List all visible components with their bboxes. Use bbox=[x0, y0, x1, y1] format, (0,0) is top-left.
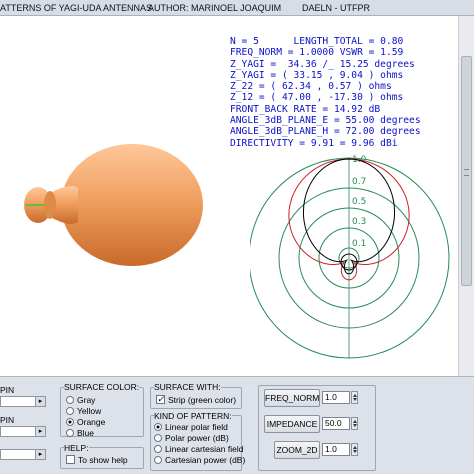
window-department: DAELN - UTFPR bbox=[302, 3, 371, 13]
result-line: FREQ_NORM = 1.0000 VSWR = 1.59 bbox=[230, 47, 404, 59]
spin-slider-2[interactable]: ▸ bbox=[0, 426, 46, 437]
strip-checkbox[interactable]: Strip (green color) bbox=[156, 394, 236, 405]
zoom-2d-button[interactable]: ZOOM_2D bbox=[274, 441, 320, 459]
polar-ring-label: 0.3 bbox=[352, 217, 366, 227]
radio-icon bbox=[66, 396, 74, 404]
radio-blue[interactable]: Blue bbox=[66, 428, 94, 438]
window-title: ATTERNS OF YAGI-UDA ANTENNAS bbox=[0, 3, 153, 13]
results-panel: N = 5 LENGTH_TOTAL = 0.80 FREQ_NORM = 1.0… bbox=[230, 36, 458, 149]
spin-slider-3[interactable]: ▸ bbox=[0, 449, 46, 460]
back-lobe-rim bbox=[44, 191, 56, 219]
radio-icon bbox=[66, 407, 74, 415]
radio-icon bbox=[66, 418, 74, 426]
surface-color-title: SURFACE COLOR: bbox=[64, 382, 140, 392]
window-author: AUTHOR: MARINOEL JOAQUIM bbox=[148, 3, 282, 13]
radio-cartesian-power-db[interactable]: Cartesian power (dB) bbox=[154, 455, 245, 465]
radiation-pattern-3d bbox=[24, 144, 203, 266]
slider-right-arrow-icon[interactable]: ▸ bbox=[35, 450, 45, 459]
result-line: N = 5 LENGTH_TOTAL = 0.80 bbox=[230, 36, 404, 47]
result-line: Z_YAGI = ( 33.15 , 9.04 ) ohms bbox=[230, 69, 404, 81]
result-line: Z_22 = ( 62.34 , 0.57 ) ohms bbox=[230, 81, 392, 93]
scrollbar-thumb[interactable] bbox=[461, 56, 472, 286]
impedance-spinner-icon[interactable] bbox=[351, 417, 358, 430]
show-help-checkbox[interactable]: To show help bbox=[66, 455, 128, 465]
result-line: Z_12 = ( 47.00 , -17.30 ) ohms bbox=[230, 92, 404, 104]
checkbox-icon bbox=[66, 455, 75, 464]
radio-icon bbox=[66, 429, 74, 437]
slider-right-arrow-icon[interactable]: ▸ bbox=[35, 397, 45, 406]
polar-ring-label: 0.7 bbox=[352, 177, 366, 187]
zoom-2d-spinner-icon[interactable] bbox=[351, 443, 358, 456]
radio-icon bbox=[154, 434, 162, 442]
polar-ring-label: 0.5 bbox=[352, 197, 366, 207]
spin-label-1: PIN bbox=[0, 385, 15, 395]
radio-linear-cartesian-field[interactable]: Linear cartesian field bbox=[154, 444, 243, 454]
freq-norm-input[interactable]: 1.0 bbox=[322, 391, 350, 404]
window-title-bar: ATTERNS OF YAGI-UDA ANTENNAS AUTHOR: MAR… bbox=[0, 0, 474, 16]
radio-polar-power-db[interactable]: Polar power (dB) bbox=[154, 433, 229, 443]
radio-yellow[interactable]: Yellow bbox=[66, 406, 101, 416]
result-line: Z_YAGI = 34.36 /_ 15.25 degrees bbox=[230, 58, 415, 70]
result-line: FRONT_BACK RATE = 14.92 dB bbox=[230, 103, 381, 115]
polar-ring-label: 0.1 bbox=[352, 239, 366, 249]
spin-label-2: PIN bbox=[0, 415, 15, 425]
control-panel: PIN ▸ PIN ▸ ▸ SURFACE COLOR: Gray Yellow… bbox=[0, 376, 474, 474]
help-title: HELP: bbox=[64, 443, 89, 453]
radio-linear-polar-field[interactable]: Linear polar field bbox=[154, 422, 228, 432]
checkbox-icon bbox=[156, 394, 165, 404]
radio-gray[interactable]: Gray bbox=[66, 395, 95, 405]
result-line: ANGLE_3dB_PLANE_H = 72.00 degrees bbox=[230, 126, 421, 138]
radio-icon bbox=[154, 423, 162, 431]
freq-norm-spinner-icon[interactable] bbox=[351, 391, 358, 404]
radio-icon bbox=[154, 445, 162, 453]
spin-slider-1[interactable]: ▸ bbox=[0, 396, 46, 407]
result-line: ANGLE_3dB_PLANE_E = 55.00 degrees bbox=[230, 115, 421, 127]
impedance-button[interactable]: IMPEDANCE bbox=[264, 415, 320, 433]
polar-plot: 1.00.70.50.30.1 bbox=[250, 155, 450, 359]
freq-norm-button[interactable]: FREQ_NORM bbox=[264, 389, 320, 407]
vertical-scrollbar[interactable] bbox=[458, 16, 474, 376]
main-lobe bbox=[61, 144, 203, 266]
slider-right-arrow-icon[interactable]: ▸ bbox=[35, 427, 45, 436]
radio-icon bbox=[154, 456, 162, 464]
impedance-input[interactable]: 50.0 bbox=[322, 417, 350, 430]
render-viewport: N = 5 LENGTH_TOTAL = 0.80 FREQ_NORM = 1.0… bbox=[0, 16, 458, 376]
surface-with-title: SURFACE WITH: bbox=[154, 382, 221, 392]
zoom-2d-input[interactable]: 1.0 bbox=[322, 443, 350, 456]
kind-of-pattern-title: KIND OF PATTERN: bbox=[154, 411, 232, 421]
radio-orange[interactable]: Orange bbox=[66, 417, 105, 427]
